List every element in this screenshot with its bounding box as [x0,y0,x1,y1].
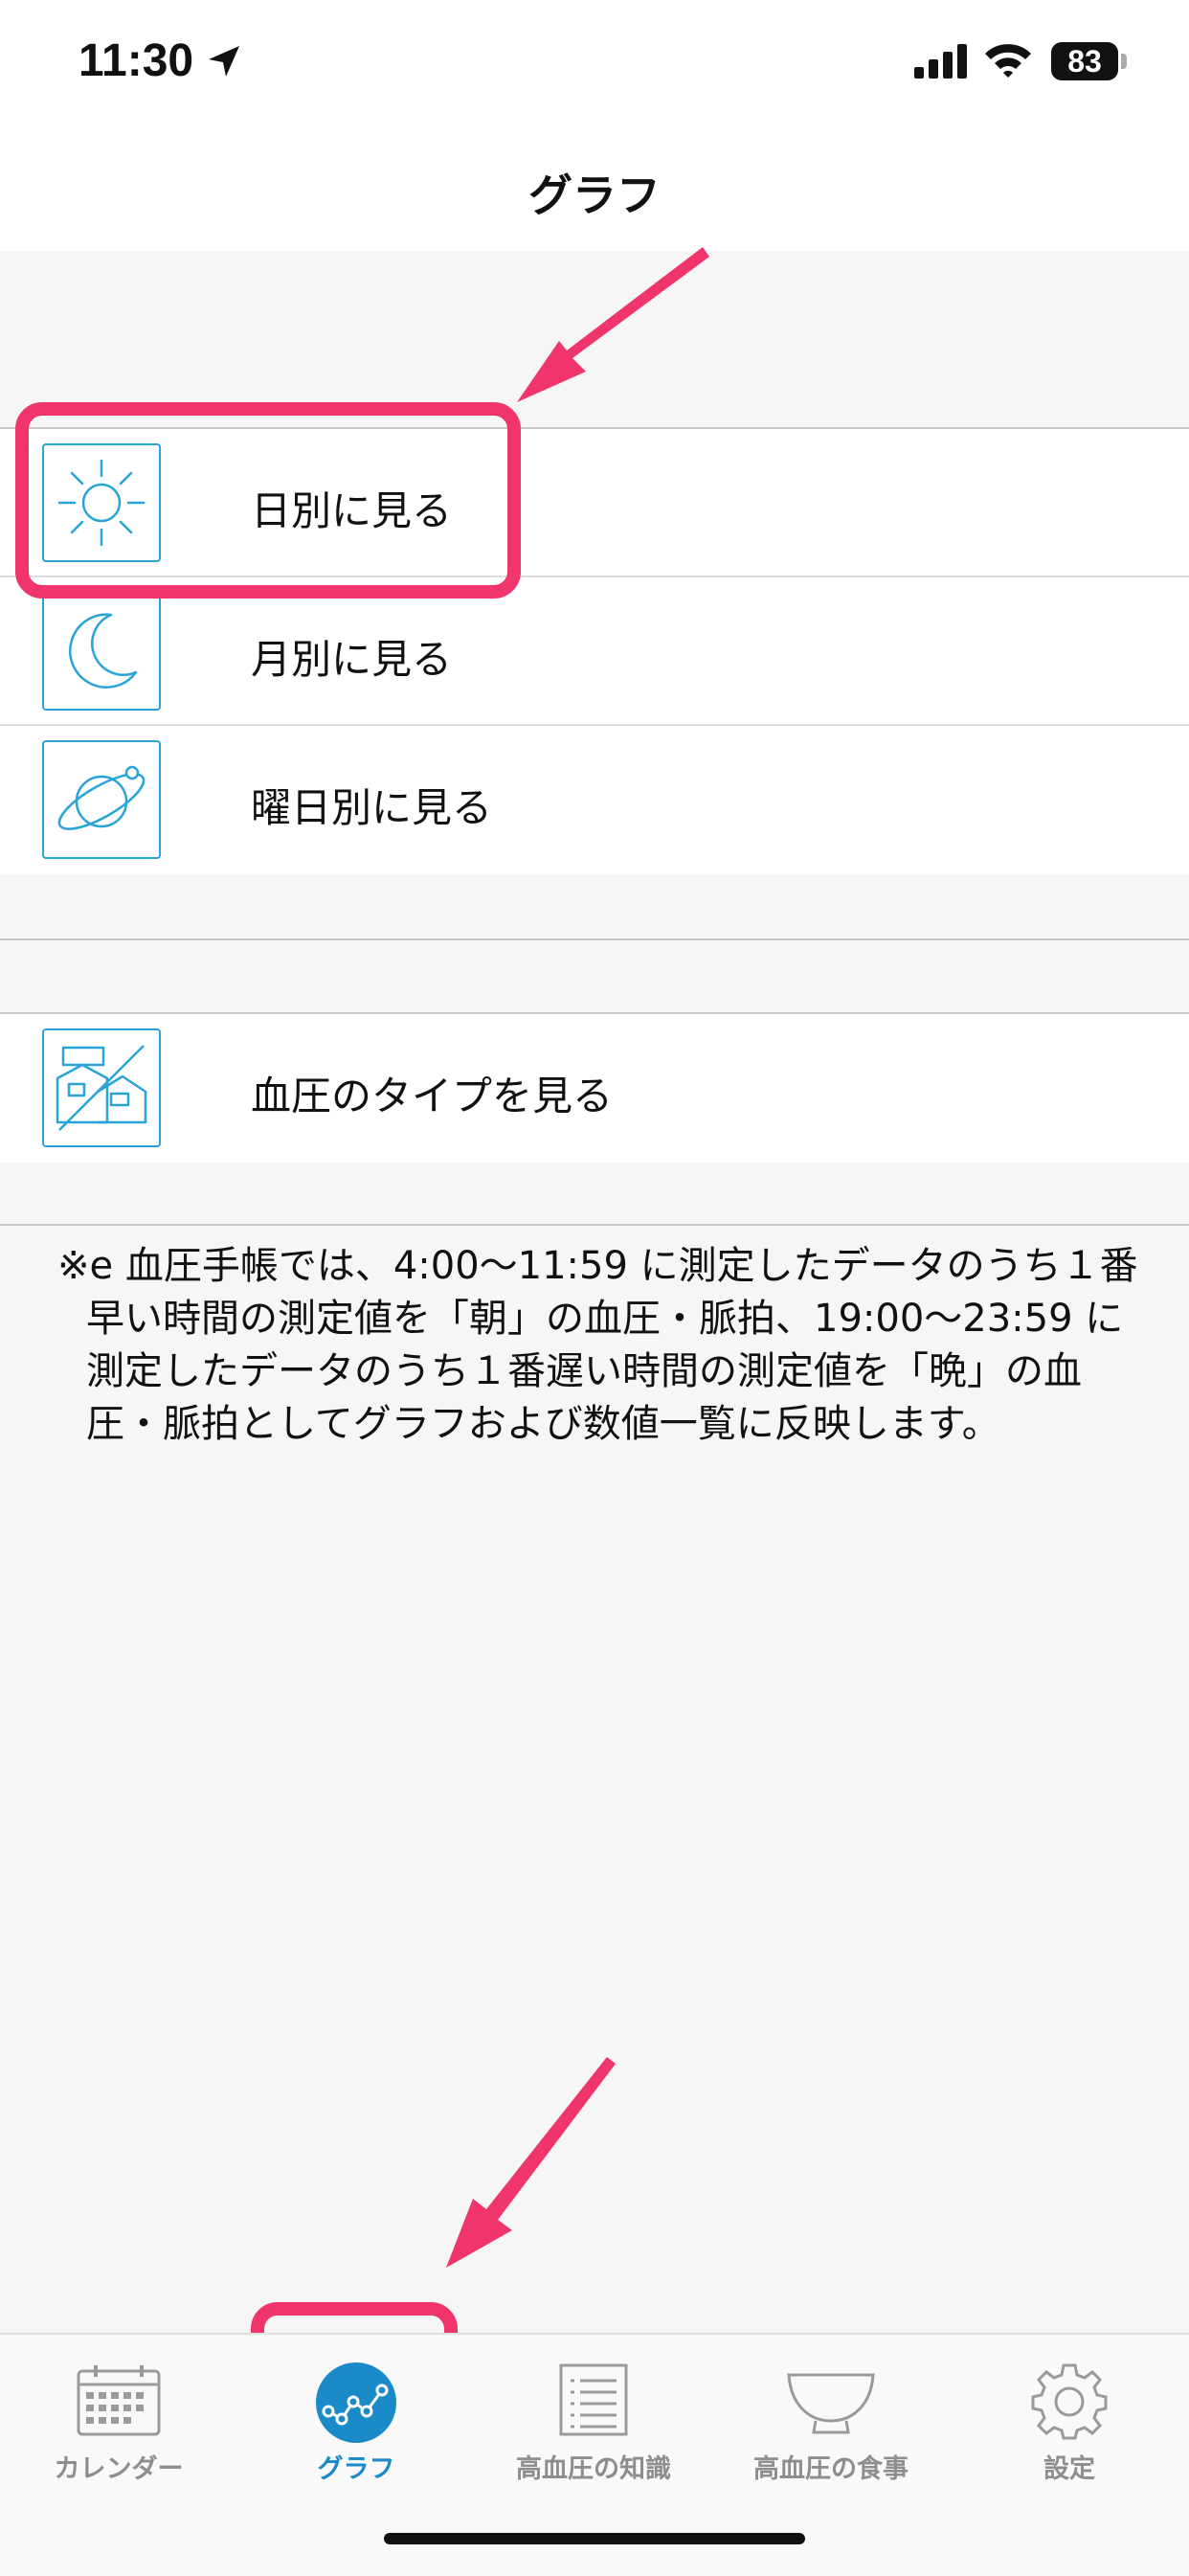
graph-icon [316,2362,396,2443]
tab-settings[interactable]: 設定 [950,2335,1189,2488]
note-text: ※e 血圧手帳では、4:00〜11:59 に測定したデータのうち１番早い時間の測… [57,1244,1138,1446]
list-icon [559,2363,628,2436]
highlight-box-daily [15,402,521,599]
cellular-signal-icon [914,44,967,79]
page-title: グラフ [528,169,661,221]
battery-cap [1121,54,1127,69]
house-icon [42,1028,161,1147]
tab-label: 高血圧の知識 [516,2454,671,2484]
group-end [0,874,1189,876]
menu-item-label: 曜日別に見る [251,784,493,831]
menu-item-label: 血圧のタイプを見る [251,1073,614,1119]
location-arrow-icon [209,46,239,77]
bowl-icon [787,2373,875,2434]
moon-icon [42,592,161,711]
tab-calendar[interactable]: カレンダー [0,2335,237,2488]
tab-diet[interactable]: 高血圧の食事 [712,2335,950,2488]
tab-graph[interactable]: グラフ [237,2335,475,2488]
navigation-bar: グラフ [0,124,1189,251]
status-time: 11:30 [79,35,194,86]
tab-label: グラフ [317,2454,395,2484]
tab-knowledge[interactable]: 高血圧の知識 [475,2335,712,2488]
menu-item-weekday[interactable]: 曜日別に見る [0,726,1189,874]
tab-label: カレンダー [54,2454,184,2484]
calendar-icon [77,2365,161,2436]
menu-item-label: 月別に見る [251,636,453,683]
menu-item-monthly[interactable]: 月別に見る [0,577,1189,726]
battery-level: 83 [1051,42,1118,80]
tab-label: 設定 [1043,2454,1095,2484]
info-note: ※e 血圧手帳では、4:00〜11:59 に測定したデータのうち１番早い時間の測… [57,1240,1139,1451]
wifi-icon [985,44,1031,78]
menu-item-bp-type[interactable]: 血圧のタイプを見る [0,1014,1189,1163]
separator [0,1224,1189,1226]
home-indicator [384,2533,805,2544]
tab-label: 高血圧の食事 [753,2454,909,2484]
planet-icon [42,740,161,859]
gear-icon [1031,2363,1108,2440]
status-bar: 11:30 83 [0,0,1189,124]
separator [0,938,1189,940]
